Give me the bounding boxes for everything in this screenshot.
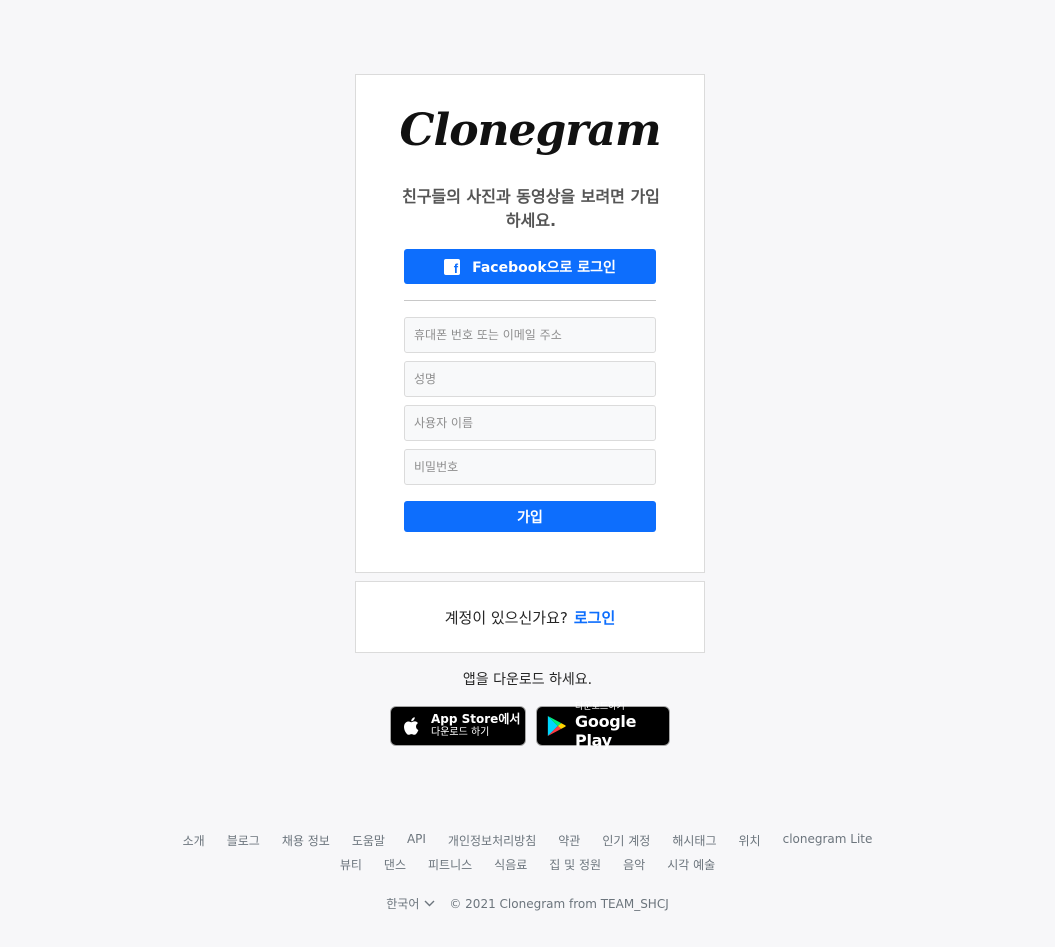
google-play-icon	[547, 715, 566, 737]
divider	[404, 300, 656, 301]
google-play-main: Google Play	[575, 712, 637, 750]
logo: Clonegram	[399, 105, 661, 156]
google-play-sub: 다운로드하기	[575, 702, 625, 712]
facebook-icon: f	[444, 258, 461, 275]
password-input[interactable]	[404, 449, 656, 485]
full-name-input[interactable]	[404, 361, 656, 397]
google-play-badge[interactable]: 다운로드하기 Google Play	[536, 702, 670, 750]
footer-link[interactable]: 개인정보처리방침	[448, 832, 536, 849]
facebook-login-button[interactable]: f Facebook으로 로그인	[404, 249, 656, 284]
login-prompt: 계정이 있으신가요?	[444, 608, 568, 627]
signup-card: Clonegram 친구들의 사진과 동영상을 보려면 가입하세요. f Fac…	[355, 74, 705, 573]
language-label: 한국어	[386, 897, 420, 911]
login-link[interactable]: 로그인	[574, 607, 615, 628]
footer-links-secondary: 뷰티 댄스 피트니스 식음료 집 및 정원 음악 시각 예술	[0, 856, 1055, 873]
footer-link[interactable]: 인기 계정	[602, 832, 650, 849]
footer-bottom: 한국어 © 2021 Clonegram from TEAM_SHCJ	[0, 895, 1055, 912]
footer-link[interactable]: API	[407, 832, 426, 849]
app-store-sub: 다운로드 하기	[431, 727, 490, 738]
username-input[interactable]	[404, 405, 656, 441]
app-store-main: App Store에서	[431, 712, 521, 726]
footer-link[interactable]: 집 및 정원	[549, 856, 601, 873]
language-select[interactable]: 한국어	[386, 895, 435, 912]
footer-link[interactable]: 소개	[183, 832, 205, 849]
footer-link[interactable]: 해시태그	[672, 832, 716, 849]
app-download-text: 앱을 다운로드 하세요.	[462, 672, 593, 688]
footer-link[interactable]: 뷰티	[340, 856, 362, 873]
footer-link[interactable]: clonegram Lite	[783, 832, 873, 849]
login-card: 계정이 있으신가요? 로그인	[355, 581, 705, 653]
footer-link[interactable]: 약관	[558, 832, 580, 849]
footer-link[interactable]: 위치	[739, 832, 761, 849]
chevron-down-icon	[424, 900, 435, 907]
footer-link[interactable]: 도움말	[352, 832, 385, 849]
footer-links-primary: 소개 블로그 채용 정보 도움말 API 개인정보처리방침 약관 인기 계정 해…	[0, 832, 1055, 849]
footer-link[interactable]: 댄스	[384, 856, 406, 873]
contact-input[interactable]	[404, 317, 656, 353]
signup-submit-button[interactable]: 가입	[404, 501, 656, 532]
signup-subtitle: 친구들의 사진과 동영상을 보려면 가입하세요.	[402, 187, 660, 230]
facebook-login-label: Facebook으로 로그인	[472, 259, 616, 276]
footer-link[interactable]: 식음료	[494, 856, 527, 873]
footer-link[interactable]: 블로그	[227, 832, 260, 849]
footer-link[interactable]: 채용 정보	[282, 832, 330, 849]
copyright-text: © 2021 Clonegram from TEAM_SHCJ	[449, 896, 669, 911]
app-store-badge[interactable]: App Store에서 다운로드 하기	[390, 706, 526, 746]
footer-link[interactable]: 시각 예술	[667, 856, 715, 873]
footer-link[interactable]: 피트니스	[428, 856, 472, 873]
footer-link[interactable]: 음악	[623, 856, 645, 873]
apple-icon	[404, 717, 419, 735]
